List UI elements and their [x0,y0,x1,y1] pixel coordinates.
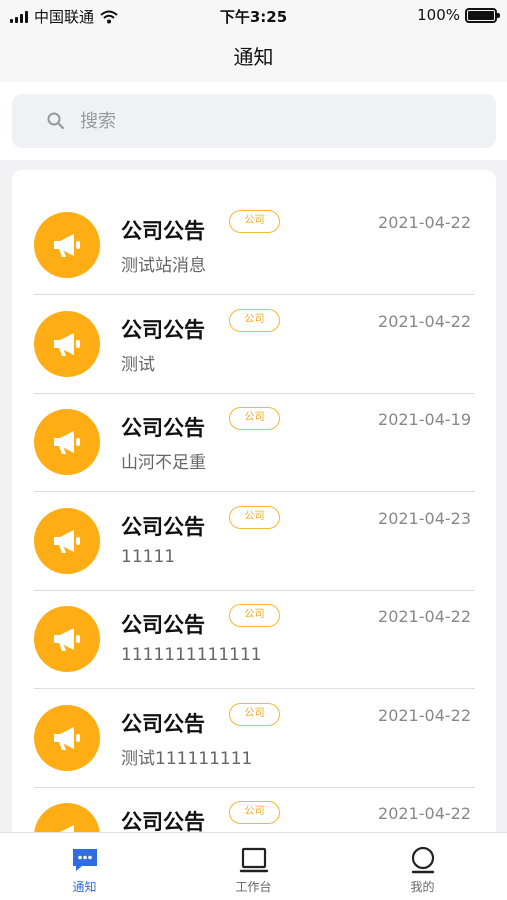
tab-label: 通知 [72,880,97,894]
notification-date: 2021-04-19 [378,410,471,429]
category-tag: 公司 [229,702,280,726]
notification-body: 1111111111111 [121,645,262,665]
category-tag: 公司 [229,801,280,824]
announcement-avatar [34,409,100,475]
notification-title: 公司公告 [121,219,205,243]
notification-item[interactable]: 公司公告 公司 2021-04-22 测试 [34,296,475,394]
notification-body: 测试 [121,354,155,375]
notification-body: 测试站消息 [121,256,206,276]
announcement-avatar [34,507,100,574]
notification-title: 公司公告 [121,416,205,440]
notification-title: 公司公告 [121,711,205,736]
megaphone-icon [54,234,80,257]
notification-date: 2021-04-22 [378,213,471,232]
announcement-avatar [34,606,100,672]
announcement-avatar [34,704,100,771]
megaphone-icon [54,628,80,651]
chat-bubble-icon [72,849,97,871]
category-tag: 公司 [229,308,280,332]
status-right: 100% [417,6,500,24]
user-icon [411,846,434,874]
notification-date: 2021-04-22 [378,705,471,725]
app-screen: 中国联通 下午3:25 100% 通知 公司公告公司2021-04-22测试站消… [0,0,507,900]
announcement-avatar [34,212,100,278]
battery-icon [465,7,500,23]
notification-body: 测试111111111 [121,748,253,769]
category-tag: 公司 [229,505,280,529]
tab-workbench[interactable]: 工作台 [169,833,338,900]
tab-mine[interactable]: 我的 [338,833,507,900]
notification-item[interactable]: 公司公告 公司 2021-04-22 测试111111111 [34,690,475,788]
notification-date: 2021-04-22 [378,804,471,823]
notification-title: 公司公告 [121,613,205,637]
notification-body: 11111 [121,546,176,567]
notification-item[interactable]: 公司公告 公司 2021-04-22 测试站消息 [34,197,475,295]
megaphone-icon [54,726,80,750]
category-tag: 公司 [229,407,280,430]
category-tag: 公司 [229,210,280,233]
megaphone-icon [54,431,80,454]
battery-percent: 100% [417,6,460,24]
search-box[interactable] [12,94,496,148]
search-icon [47,112,65,130]
status-bar: 中国联通 下午3:25 100% [0,0,507,32]
notification-title: 公司公告 [121,317,205,342]
notification-item[interactable]: 公司公告 公司 2021-04-19 山河不足重 [34,394,475,492]
page-title: 通知 [233,45,274,69]
tab-bar: 通知 工作台 我的 [0,832,507,900]
notification-body: 山河不足重 [121,453,206,473]
nav-bar: 通知 [0,32,507,82]
search-input[interactable] [80,110,460,132]
notification-date: 2021-04-22 [378,607,471,626]
megaphone-icon [54,529,80,553]
notification-item[interactable]: 公司公告 公司 2021-04-22 1111111111111 [34,591,475,689]
tab-label: 工作台 [235,880,272,894]
tab-label: 我的 [410,880,435,894]
notification-item[interactable]: 公司公告 公司 2021-04-23 11111 [34,493,475,591]
notification-title: 公司公告 [121,514,205,539]
announcement-avatar [34,310,100,377]
megaphone-icon [54,332,80,356]
notification-date: 2021-04-22 [378,311,471,331]
notification-list: 公司公告 公司 2021-04-22 测试站消息 公司公告 公司 2021-04-22 测试公… [12,170,496,870]
tab-notifications[interactable]: 通知 [0,833,169,900]
laptop-icon [239,847,268,873]
search-area [0,82,507,160]
notification-date: 2021-04-23 [378,508,471,528]
category-tag: 公司 [229,604,280,627]
